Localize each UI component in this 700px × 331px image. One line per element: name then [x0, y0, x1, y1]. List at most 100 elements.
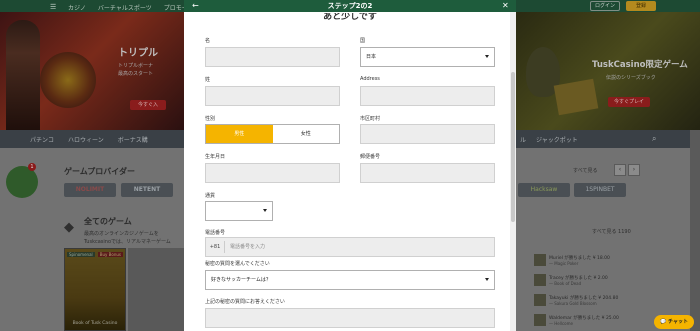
book-image [553, 78, 599, 116]
win-game: — Magic Poker [549, 260, 579, 266]
clover-mascot-icon[interactable]: 1 [6, 163, 38, 198]
scrollbar-thumb[interactable] [511, 72, 515, 222]
win-text: Waldemar が勝ちました ¥ 25.00 [549, 315, 619, 321]
secret-answer-label: 上記の秘密の質問にお答えください [205, 299, 285, 305]
category-items-right: ル ジャックポット [520, 135, 578, 144]
chat-button[interactable]: 💬 チャット [654, 315, 694, 329]
win-text: Tracey が勝ちました ¥ 2.00 [549, 275, 608, 281]
win-item[interactable]: Tracey が勝ちました ¥ 2.00— Book of Dead [534, 273, 664, 287]
provider-tile[interactable]: NOLIMIT [64, 183, 116, 197]
all-games-title: 全てのゲーム [84, 217, 132, 226]
game-thumbnail [534, 274, 546, 286]
win-item[interactable]: Waldemar が勝ちました ¥ 25.00— Hellcome [534, 313, 664, 327]
category-jackpot[interactable]: ジャックポット [536, 135, 578, 144]
country-value: 日本 [366, 54, 377, 60]
postcode-field[interactable] [360, 163, 495, 183]
banner-cta-button[interactable]: 今すぐ入 [130, 100, 166, 110]
chevron-down-icon [263, 209, 267, 212]
all-games-description: 最高のオンラインカジノゲームを Tuskcasinoでは、リアルマネーゲーム [84, 230, 184, 246]
registration-modal: ← ステップ2の2 ✕ あと少しです 名 国 日本 姓 Address 性別 男… [184, 0, 516, 331]
banner-line-1: トリプルボーナ [118, 63, 154, 69]
search-icon[interactable]: ⌕ [652, 134, 656, 144]
game-thumbnail [534, 314, 546, 326]
dob-field[interactable] [205, 163, 340, 183]
currency-select[interactable] [205, 201, 273, 221]
phone-label: 電話番号 [205, 230, 226, 236]
secret-answer-field[interactable] [205, 308, 495, 328]
gender-toggle: 男性 女性 [205, 124, 340, 144]
banner-line-1: 伝説のシリーズブック [606, 75, 656, 81]
all-games-desc-line-1: 最高のオンラインカジノゲームを [84, 231, 159, 237]
providers-title: ゲームプロバイダー [64, 167, 135, 176]
providers-see-all-link[interactable]: すべて見る [573, 167, 597, 174]
phone-placeholder: 電話番号を入力 [230, 244, 266, 250]
banner-title: トリプル [118, 48, 158, 59]
game-thumbnail [534, 254, 546, 266]
modal-title: ステップ2の2 [327, 2, 373, 10]
game-name: Book of Tusk Casino [72, 321, 118, 326]
currency-label: 通貨 [205, 193, 216, 199]
signup-button[interactable]: 登録 [626, 1, 656, 11]
next-arrow-icon[interactable]: › [628, 164, 640, 176]
address-field[interactable] [360, 86, 495, 106]
banner-cta-button[interactable]: 今すぐプレイ [608, 97, 650, 107]
promo-banner-right[interactable]: TuskCasino限定ゲーム 伝説のシリーズブック 今すぐプレイ [516, 12, 700, 130]
nav-item-casino[interactable]: カジノ [68, 3, 86, 12]
all-games-desc-line-2: Tuskcasinoでは、リアルマネーゲーム [84, 239, 171, 245]
page-scrollbar[interactable] [690, 130, 700, 331]
chevron-down-icon [485, 55, 489, 58]
nav-item-virtual-sports[interactable]: バーチャルスポーツ [98, 3, 152, 12]
game-tile[interactable]: Spinomenal Buy Bonus Book of Tusk Casino [64, 248, 126, 331]
gender-label: 性別 [205, 116, 216, 122]
provider-tile[interactable]: Hacksaw [518, 183, 570, 197]
diamond-icon: ◆ [64, 220, 74, 235]
last-name-field[interactable] [205, 86, 340, 106]
modal-scrollbar[interactable] [510, 12, 516, 331]
menu-icon[interactable]: ☰ [50, 3, 56, 11]
recent-wins-list: Muriel が勝ちました ¥ 18.00— Magic Poker Trace… [534, 253, 664, 331]
win-text: Takayuki が勝ちました ¥ 204.80 [549, 295, 619, 301]
banner-line-2: 最高のスタート [118, 71, 154, 77]
address-label: Address [360, 76, 380, 82]
city-field[interactable] [360, 124, 495, 144]
phone-field[interactable]: +81 電話番号を入力 [205, 237, 495, 257]
divider [224, 241, 225, 253]
secret-question-label: 秘密の質問を選んでください [205, 261, 270, 267]
secret-question-select[interactable]: 好きなサッカーチームは？ [205, 270, 495, 290]
modal-header: ← ステップ2の2 ✕ [184, 0, 516, 12]
city-label: 市区町村 [360, 116, 381, 122]
provider-tag: Spinomenal [67, 252, 95, 257]
category-pachinko[interactable]: パチンコ [30, 135, 54, 144]
phone-country-code[interactable]: +81 [206, 238, 224, 256]
category-halloween[interactable]: ハロウィーン [68, 135, 104, 144]
gender-female-option[interactable]: 女性 [272, 125, 339, 143]
category-items-left: パチンコ ハロウィーン ボーナス購 [30, 135, 148, 144]
prev-arrow-icon[interactable]: ‹ [614, 164, 626, 176]
last-name-label: 姓 [205, 77, 211, 83]
roulette-image [40, 52, 96, 108]
category-partial[interactable]: ル [520, 135, 526, 144]
first-name-field[interactable] [205, 47, 340, 67]
notification-badge: 1 [28, 163, 36, 171]
all-games-see-all-link[interactable]: すべて見る 1190 [592, 228, 631, 235]
banner-title: TuskCasino限定ゲーム [592, 60, 688, 70]
win-game: — Sakura Gold Blossom [549, 300, 597, 306]
win-item[interactable]: Muriel が勝ちました ¥ 18.00— Magic Poker [534, 253, 664, 267]
postcode-label: 郵便番号 [360, 154, 381, 160]
buy-bonus-tag: Buy Bonus [97, 252, 123, 257]
win-item[interactable]: Takayuki が勝ちました ¥ 204.80— Sakura Gold Bl… [534, 293, 664, 307]
game-tile[interactable] [128, 248, 184, 331]
win-game: — Hellcome [549, 320, 573, 326]
game-thumbnail [534, 294, 546, 306]
promo-banner-left[interactable]: トリプル トリプルボーナ 最高のスタート 今すぐ入 [0, 12, 184, 130]
win-game: — Book of Dead [549, 280, 582, 286]
close-icon[interactable]: ✕ [502, 0, 509, 12]
category-bonus-buy[interactable]: ボーナス購 [118, 135, 148, 144]
provider-row: NOLIMIT NETENT [64, 183, 173, 197]
country-select[interactable]: 日本 [360, 47, 495, 67]
login-button[interactable]: ログイン [590, 1, 620, 11]
gender-male-option[interactable]: 男性 [206, 125, 273, 143]
dealer-image [6, 20, 40, 130]
provider-tile[interactable]: 1SPINBET [574, 183, 626, 197]
provider-tile[interactable]: NETENT [121, 183, 173, 197]
